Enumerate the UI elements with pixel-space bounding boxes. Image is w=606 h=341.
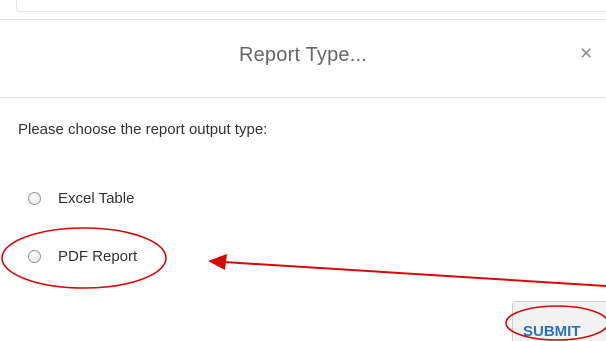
report-type-dialog: Report Type... × Please choose the repor… [0,0,606,341]
dialog-header: Report Type... × [0,20,606,98]
annotation-arrowhead [208,254,227,270]
annotation-arrow-line [223,261,606,287]
radio-button-icon[interactable] [28,250,41,263]
radio-button-icon[interactable] [28,192,41,205]
dialog-title: Report Type... [238,44,368,66]
option-label: PDF Report [58,248,138,265]
close-icon[interactable]: × [580,43,592,64]
background-panel-edge [16,0,606,12]
option-pdf-report[interactable]: PDF Report [28,248,137,265]
submit-button[interactable]: SUBMIT [512,301,606,341]
header-divider [0,97,606,98]
dialog-prompt: Please choose the report output type: [18,121,268,138]
option-excel-table[interactable]: Excel Table [28,190,134,207]
option-label: Excel Table [58,190,135,207]
